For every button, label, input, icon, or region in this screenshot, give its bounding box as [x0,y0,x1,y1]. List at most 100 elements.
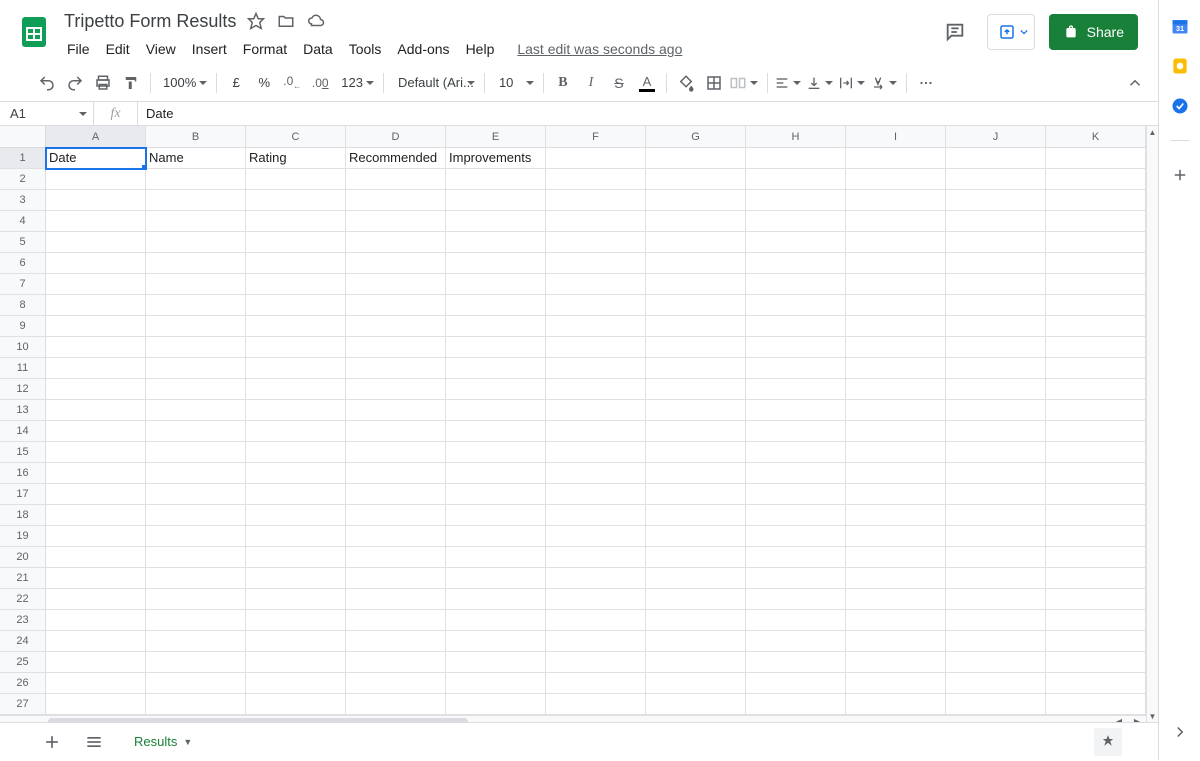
cell[interactable] [646,148,746,169]
cell[interactable] [146,589,246,610]
cell[interactable] [246,589,346,610]
cell[interactable] [46,169,146,190]
menu-file[interactable]: File [60,37,97,61]
cell[interactable] [446,211,546,232]
cell[interactable] [546,169,646,190]
cell[interactable] [446,505,546,526]
cell[interactable] [846,316,946,337]
cell[interactable] [846,253,946,274]
cell[interactable] [646,337,746,358]
cell[interactable] [846,547,946,568]
row-header[interactable]: 2 [0,169,46,190]
cell[interactable] [846,232,946,253]
cell[interactable] [646,589,746,610]
cell[interactable] [246,652,346,673]
cell[interactable] [546,589,646,610]
cell[interactable] [646,631,746,652]
cell[interactable] [546,421,646,442]
cell[interactable] [46,316,146,337]
horizontal-align-button[interactable] [774,70,804,96]
cell[interactable] [246,253,346,274]
cell[interactable] [46,358,146,379]
row-header[interactable]: 11 [0,358,46,379]
horizontal-scrollbar[interactable] [46,716,1110,722]
cell[interactable] [746,547,846,568]
cell[interactable] [346,358,446,379]
cell[interactable] [946,232,1046,253]
cell[interactable] [146,190,246,211]
row-header[interactable]: 16 [0,463,46,484]
cell[interactable] [446,694,546,715]
cell[interactable] [746,148,846,169]
cell[interactable] [146,673,246,694]
row-header[interactable]: 17 [0,484,46,505]
cell[interactable] [146,211,246,232]
vertical-align-button[interactable] [806,70,836,96]
cell[interactable] [246,400,346,421]
tasks-icon[interactable] [1170,96,1190,116]
cell[interactable] [346,505,446,526]
vertical-scrollbar[interactable]: ▲ ▼ [1146,126,1158,722]
font-size-dropdown[interactable]: 10 [491,70,537,96]
cell[interactable] [546,652,646,673]
cell[interactable] [446,463,546,484]
cell[interactable] [1046,673,1146,694]
menu-data[interactable]: Data [296,37,340,61]
cell[interactable] [446,631,546,652]
menu-edit[interactable]: Edit [99,37,137,61]
cell[interactable] [746,589,846,610]
cell[interactable] [846,211,946,232]
name-box[interactable]: A1 [0,102,94,125]
cell[interactable] [46,295,146,316]
cell[interactable] [746,316,846,337]
cell[interactable] [146,484,246,505]
cell[interactable] [846,610,946,631]
cell[interactable] [346,463,446,484]
cell[interactable] [346,274,446,295]
cell[interactable] [1046,547,1146,568]
cell[interactable] [946,148,1046,169]
cell[interactable] [246,526,346,547]
cell[interactable] [146,547,246,568]
cell[interactable] [446,652,546,673]
cell[interactable] [46,631,146,652]
decrease-decimal-button[interactable]: .0← [279,70,305,96]
row-header[interactable]: 9 [0,316,46,337]
cell[interactable] [646,610,746,631]
cell[interactable] [946,652,1046,673]
cell[interactable] [46,547,146,568]
collapse-toolbar-icon[interactable] [1122,70,1148,96]
cell[interactable] [46,190,146,211]
cell[interactable] [846,463,946,484]
cell[interactable] [246,505,346,526]
cell[interactable] [246,442,346,463]
cell[interactable] [846,295,946,316]
row-header[interactable]: 6 [0,253,46,274]
more-toolbar-button[interactable] [913,70,939,96]
keep-icon[interactable] [1170,56,1190,76]
cell[interactable] [846,484,946,505]
cell[interactable] [546,694,646,715]
cell[interactable] [846,589,946,610]
cell[interactable] [746,358,846,379]
cell[interactable] [46,211,146,232]
cell[interactable] [746,694,846,715]
cell[interactable] [1046,337,1146,358]
cell[interactable] [546,274,646,295]
row-header[interactable]: 7 [0,274,46,295]
cell[interactable] [46,337,146,358]
row-header[interactable]: 24 [0,631,46,652]
cell[interactable] [846,190,946,211]
cell[interactable] [246,379,346,400]
cell[interactable] [546,358,646,379]
column-header[interactable]: F [546,126,646,148]
row-header[interactable]: 4 [0,211,46,232]
column-header[interactable]: J [946,126,1046,148]
increase-decimal-button[interactable]: .00 [307,70,333,96]
cell[interactable] [1046,484,1146,505]
row-header[interactable]: 19 [0,526,46,547]
cell[interactable] [46,232,146,253]
collapse-side-panel-icon[interactable] [1170,722,1190,742]
row-header[interactable]: 10 [0,337,46,358]
cell[interactable] [446,421,546,442]
